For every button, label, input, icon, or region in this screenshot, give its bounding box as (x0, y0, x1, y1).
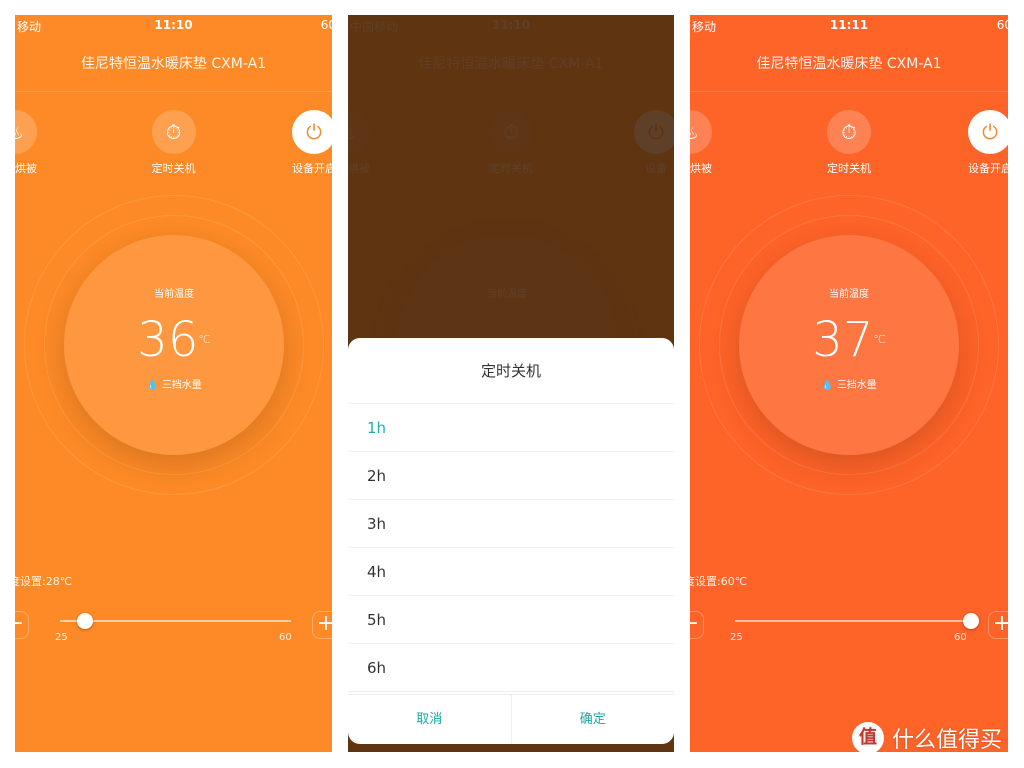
temperature-dial: 当前温度 37℃ 💧 三挡水量 (739, 235, 959, 455)
timer-modal: 定时关机 1h 2h 3h 4h 5h 6h 取消 确定 (348, 338, 674, 744)
current-temp-label: 当前温度 (154, 289, 194, 300)
function-button-3[interactable]: ⏻ 设备开启 (284, 110, 332, 176)
slider-max-label: 60 (279, 632, 292, 643)
timer-icon: ⏱ (151, 110, 196, 154)
water-level: 💧 三挡水量 (739, 376, 959, 391)
battery-level: 60 (320, 18, 332, 32)
timer-option-6h[interactable]: 6h (348, 644, 674, 692)
function-button-1[interactable]: ♨ 一键烘被 (15, 110, 45, 176)
battery-level: 60 (996, 18, 1008, 32)
water-drop-icon: 💧 (821, 380, 837, 391)
power-icon: ⏻ (292, 110, 332, 154)
watermark-logo: 值 (852, 722, 884, 754)
function-button-label: 设备开启 (968, 162, 1008, 175)
decrease-button[interactable]: − (15, 611, 29, 639)
increase-button[interactable]: + (312, 611, 332, 639)
confirm-button[interactable]: 确定 (512, 695, 675, 744)
timer-option-1h[interactable]: 1h (348, 404, 674, 452)
timer-option-5h[interactable]: 5h (348, 596, 674, 644)
decrease-button[interactable]: − (690, 611, 704, 639)
watermark-text: 什么值得买 (892, 728, 1003, 753)
divider (15, 91, 332, 92)
temperature-slider-track[interactable] (60, 620, 291, 622)
timer-option-4h[interactable]: 4h (348, 548, 674, 596)
device-title: 佳尼特恒温水暖床垫 CXM-A1 (80, 56, 267, 72)
function-button-1[interactable]: ♨ 一键烘被 (690, 110, 720, 176)
power-icon: ⏻ (968, 110, 1008, 154)
slider-min-label: 25 (730, 632, 743, 643)
status-bar: 移动11:1060 (15, 15, 332, 37)
temperature-slider-thumb[interactable] (76, 613, 93, 629)
temperature-slider-thumb[interactable] (963, 613, 979, 629)
device-title: 佳尼特恒温水暖床垫 CXM-A1 (756, 56, 942, 72)
current-temperature: 36℃ (64, 312, 284, 368)
increase-button[interactable]: + (988, 611, 1008, 639)
phone-screen-2: 中国移动11:10佳尼特恒温水暖床垫 CXM-A1♨一键烘被⏱定时关机⏻设备当前… (348, 15, 674, 752)
phone-screen-3: 移动11:1160佳尼特恒温水暖床垫 CXM-A1♨一键烘被⏱定时关机⏻设备开启… (690, 15, 1008, 752)
temperature-unit: ℃ (198, 333, 211, 346)
phone-screen-1: 移动11:1060佳尼特恒温水暖床垫 CXM-A1♨一键烘被⏱定时关机⏻设备开启… (15, 15, 332, 752)
function-button-label: 设备开启 (292, 162, 332, 175)
function-button-3[interactable]: ⏻ 设备开启 (960, 110, 1008, 176)
modal-footer: 取消 确定 (348, 694, 674, 744)
water-level: 💧 三挡水量 (64, 376, 284, 391)
watermark: 值什么值得买 (852, 722, 1002, 754)
temperature-value: 36 (137, 312, 199, 368)
function-button-label: 一键烘被 (690, 162, 712, 175)
water-drop-icon: 💧 (146, 380, 162, 391)
temperature-slider-track[interactable] (735, 620, 966, 622)
timer-icon: ⏱ (827, 110, 871, 154)
temperature-dial: 当前温度 36℃ 💧 三挡水量 (64, 235, 284, 455)
bed-heat-icon: ♨ (15, 110, 37, 154)
modal-title: 定时关机 (348, 338, 674, 404)
function-button-label: 一键烘被 (15, 162, 37, 175)
slider-min-label: 25 (55, 632, 68, 643)
current-temp-label: 当前温度 (829, 289, 869, 300)
clock: 11:10 (154, 18, 193, 32)
cancel-button[interactable]: 取消 (348, 695, 512, 744)
slider-max-label: 60 (954, 632, 967, 643)
function-button-label: 定时关机 (827, 162, 871, 175)
water-level-label: 三挡水量 (836, 380, 877, 391)
current-temperature: 37℃ (739, 312, 959, 368)
set-temperature-label: 度设置:28℃ (15, 575, 73, 588)
function-button-2[interactable]: ⏱ 定时关机 (144, 110, 204, 176)
temperature-unit: ℃ (873, 333, 886, 346)
function-button-label: 定时关机 (151, 162, 196, 175)
divider (690, 91, 1008, 92)
timer-option-3h[interactable]: 3h (348, 500, 674, 548)
set-temperature-label: 度设置:60℃ (690, 575, 748, 588)
status-bar: 移动11:1160 (690, 15, 1008, 37)
function-button-2[interactable]: ⏱ 定时关机 (819, 110, 879, 176)
water-level-label: 三挡水量 (161, 380, 202, 391)
timer-option-2h[interactable]: 2h (348, 452, 674, 500)
temperature-value: 37 (812, 312, 874, 368)
bed-heat-icon: ♨ (690, 110, 712, 154)
clock: 11:11 (829, 18, 869, 32)
